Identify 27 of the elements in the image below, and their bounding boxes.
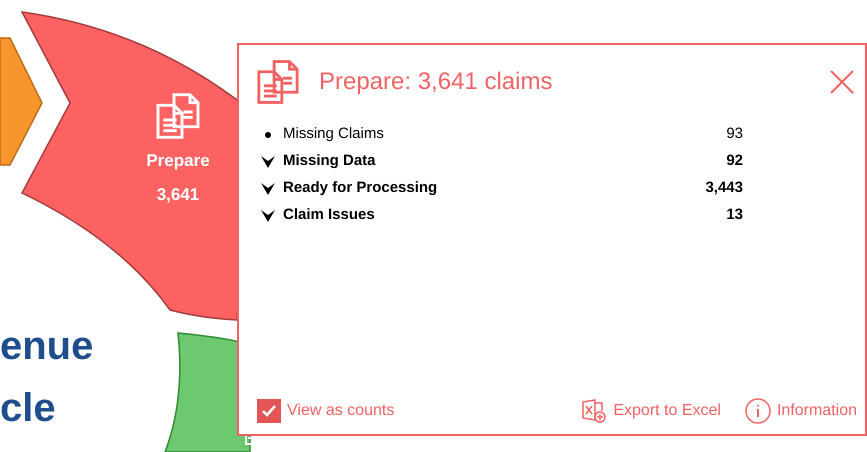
information-button[interactable]: Information [744,398,857,424]
spreadsheet-export-icon [581,398,608,424]
row-value: 93 [726,124,743,144]
documents-icon [255,59,301,105]
row-label: Missing Claims [283,124,384,144]
chevron-down-icon[interactable] [261,182,275,194]
popup-title: Prepare: 3,641 claims [319,67,552,97]
bullet-icon [265,132,271,138]
row-value: 3,443 [705,178,743,198]
check-icon [261,404,277,418]
view-as-counts-label: View as counts [287,401,394,421]
row-value: 13 [726,205,743,226]
diagram-title-text: cle [0,385,57,432]
row-value: 92 [726,151,743,172]
view-as-counts-checkbox[interactable] [257,399,281,423]
info-icon [744,398,771,424]
documents-icon [154,92,202,140]
stage-count: 3,641 [156,184,200,206]
row-label: Missing Data [283,151,376,172]
row-label: Ready for Processing [283,178,438,198]
close-icon [829,69,855,95]
row-label: Claim Issues [283,205,375,226]
stage-label: Prepare [146,150,210,172]
export-to-excel-button[interactable]: Export to Excel [581,398,721,424]
diagram-title-text: enue [0,323,94,370]
chevron-down-icon[interactable] [261,210,275,222]
chevron-down-icon[interactable] [261,156,275,168]
